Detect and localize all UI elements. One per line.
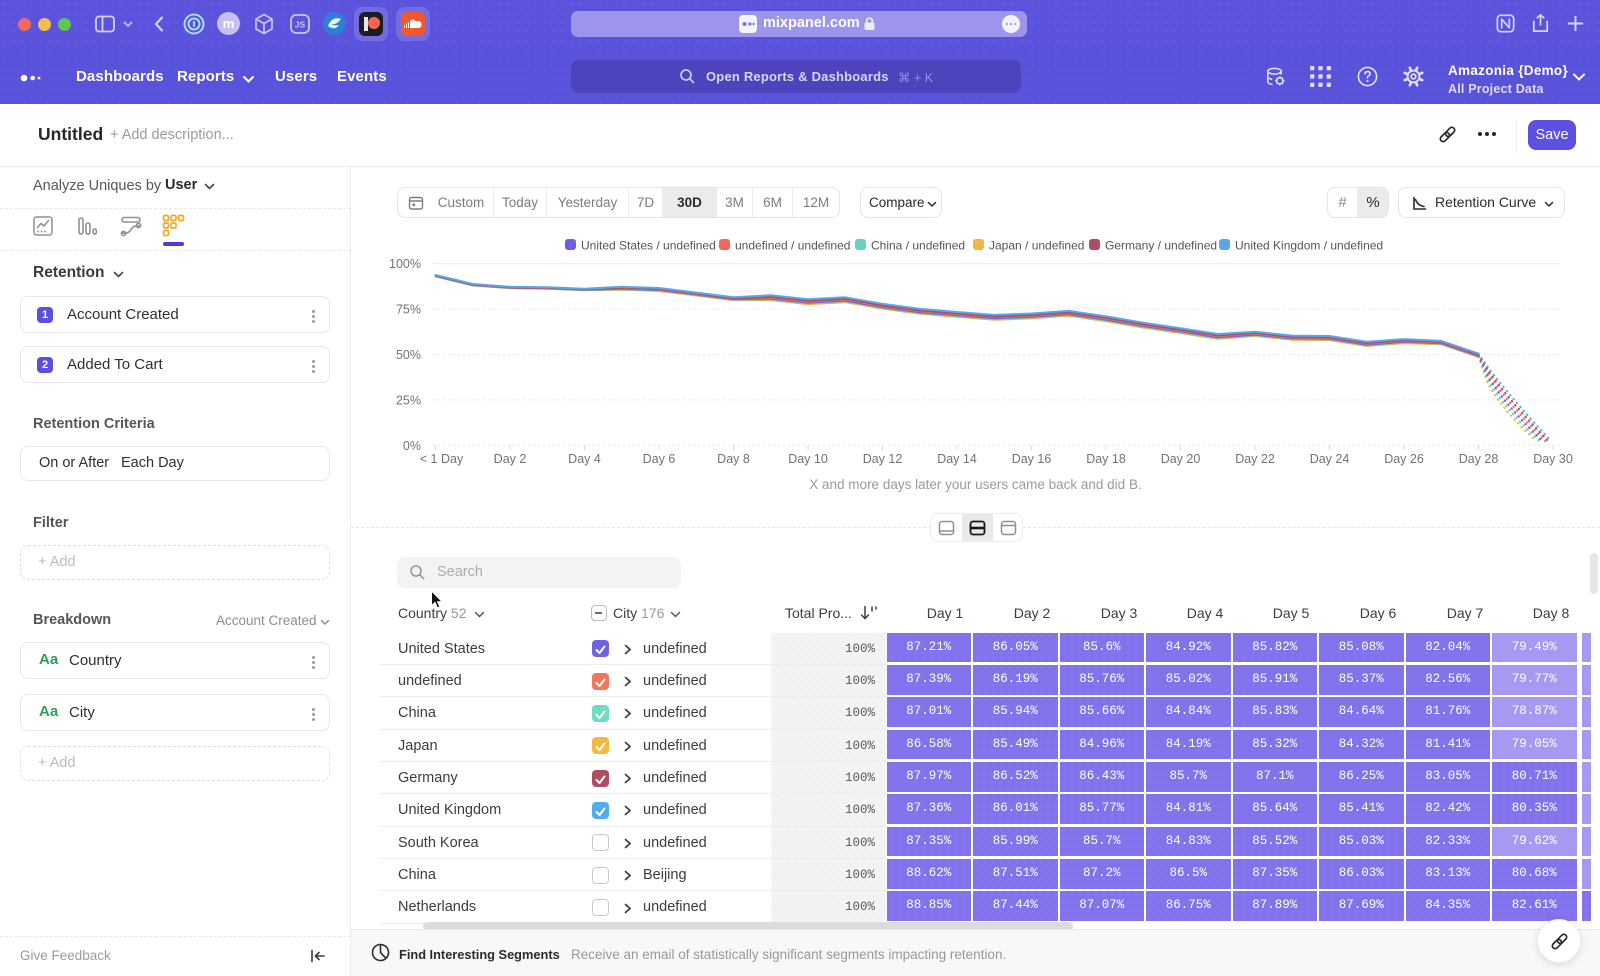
svg-text:Day 12: Day 12 xyxy=(863,452,903,466)
svg-text:Germany / undefined: Germany / undefined xyxy=(1105,239,1217,253)
svg-text:China / undefined: China / undefined xyxy=(871,239,965,253)
svg-text:25%: 25% xyxy=(396,393,421,407)
svg-text:Day 8: Day 8 xyxy=(717,452,750,466)
svg-text:0%: 0% xyxy=(403,439,421,453)
svg-text:Day 2: Day 2 xyxy=(494,452,527,466)
svg-text:Day 26: Day 26 xyxy=(1384,452,1424,466)
svg-text:Day 24: Day 24 xyxy=(1310,452,1350,466)
svg-text:75%: 75% xyxy=(396,303,421,317)
svg-text:Day 6: Day 6 xyxy=(643,452,676,466)
svg-text:Day 28: Day 28 xyxy=(1459,452,1499,466)
svg-text:Day 20: Day 20 xyxy=(1161,452,1201,466)
svg-text:United States / undefined: United States / undefined xyxy=(581,239,716,253)
svg-text:Day 16: Day 16 xyxy=(1012,452,1052,466)
svg-text:< 1 Day: < 1 Day xyxy=(420,452,464,466)
svg-text:United Kingdom / undefined: United Kingdom / undefined xyxy=(1235,239,1383,253)
svg-text:Day 30: Day 30 xyxy=(1533,452,1573,466)
svg-text:Day 4: Day 4 xyxy=(568,452,601,466)
svg-text:Day 18: Day 18 xyxy=(1086,452,1126,466)
svg-text:undefined / undefined: undefined / undefined xyxy=(735,239,850,253)
svg-text:50%: 50% xyxy=(396,348,421,362)
svg-text:Day 14: Day 14 xyxy=(937,452,977,466)
svg-text:Day 22: Day 22 xyxy=(1235,452,1275,466)
svg-text:Day 10: Day 10 xyxy=(788,452,828,466)
svg-text:JS: JS xyxy=(295,20,306,30)
svg-text:100%: 100% xyxy=(389,257,421,271)
svg-text:Japan / undefined: Japan / undefined xyxy=(989,239,1084,253)
